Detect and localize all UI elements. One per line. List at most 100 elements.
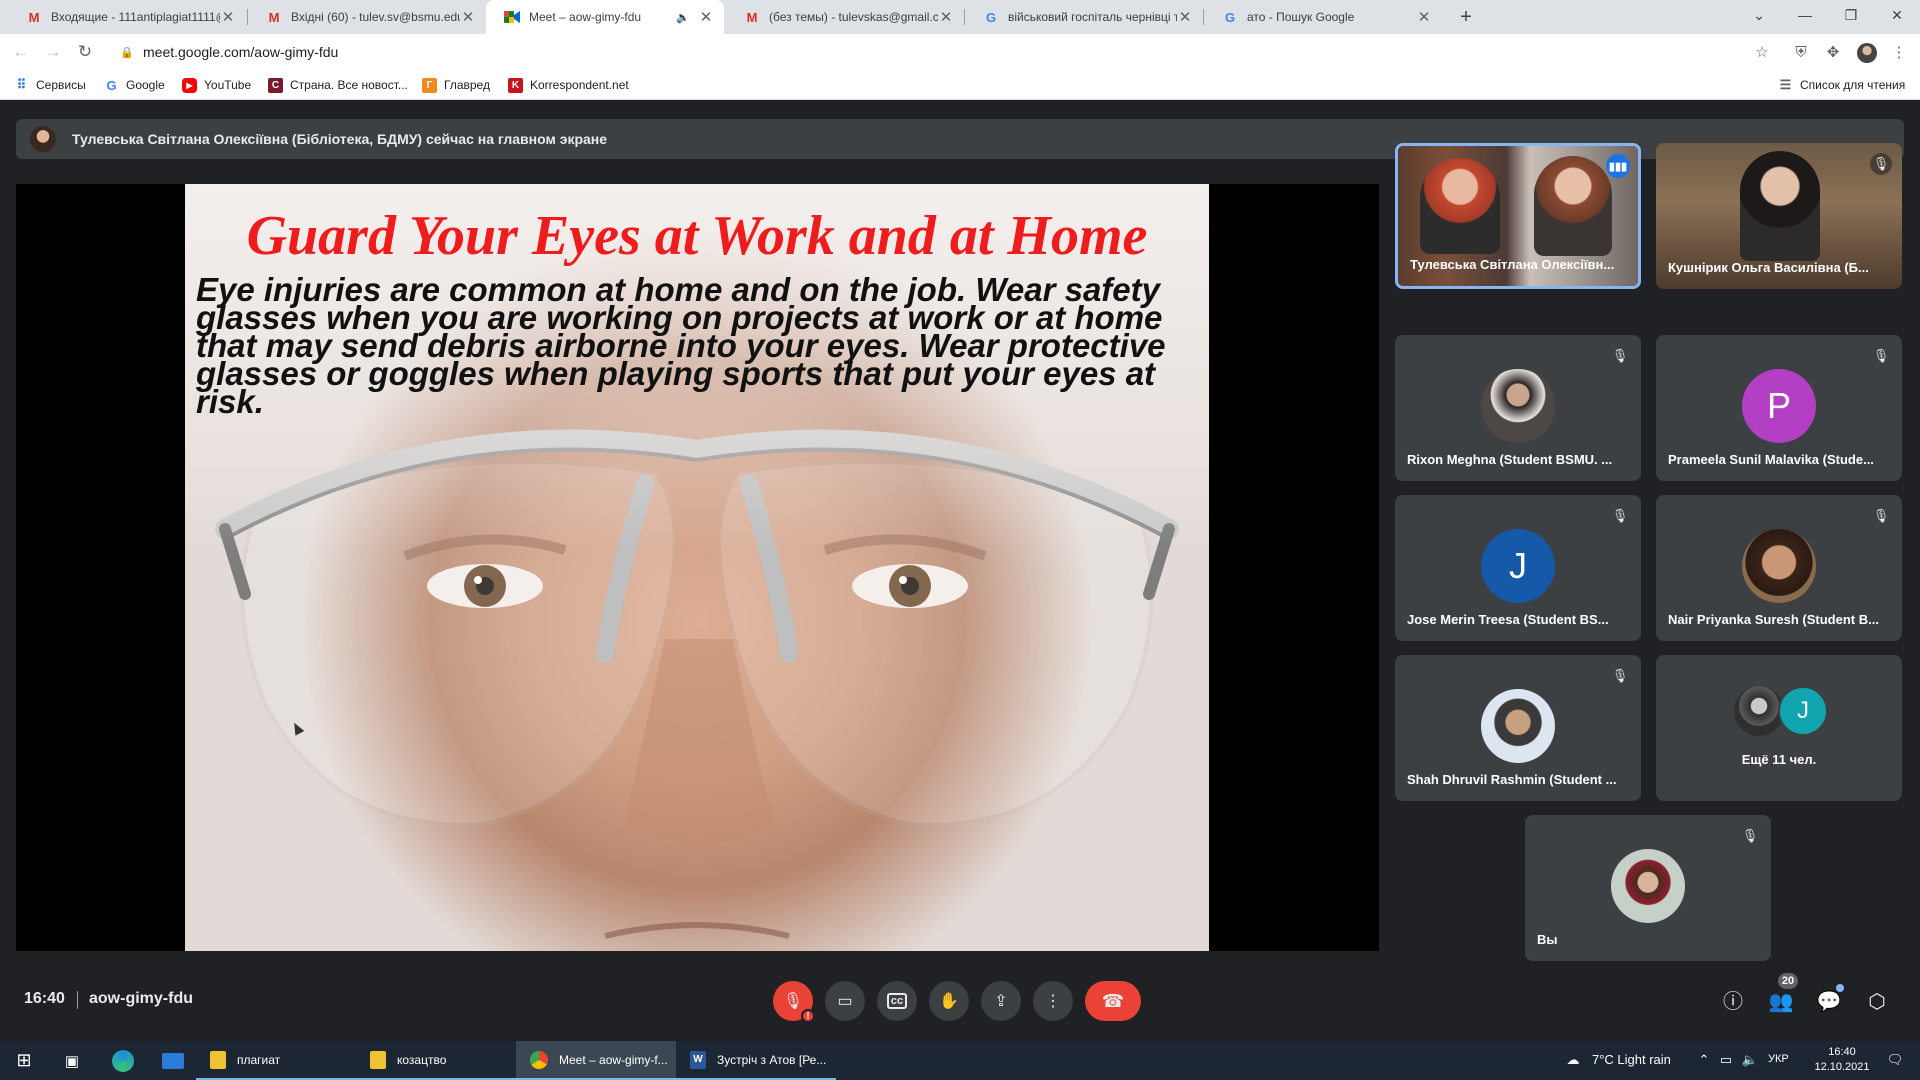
camera-toggle-button[interactable]: ▭ (825, 981, 865, 1021)
taskbar-folder-kozatstvo[interactable]: козацтво (356, 1041, 516, 1080)
bookmark-apps[interactable]: ⠿ Сервисы (14, 76, 86, 94)
participant-avatar (1742, 529, 1816, 603)
mail-icon[interactable] (160, 1041, 186, 1080)
volume-icon[interactable]: 🔈 (1739, 1049, 1761, 1071)
close-tab-icon[interactable]: ✕ (1177, 8, 1193, 26)
taskbar-chrome-meet[interactable]: Meet – aow-gimy-f... (516, 1041, 676, 1080)
present-screen-button[interactable]: ⇪ (981, 981, 1021, 1021)
participant-tile-nair[interactable]: 🎙 Nair Priyanka Suresh (Student B... (1656, 495, 1902, 641)
edge-icon[interactable] (110, 1041, 136, 1080)
glavred-icon: Г (422, 77, 437, 93)
bookmark-google[interactable]: G Google (104, 76, 164, 94)
divider (77, 991, 78, 1009)
chrome-icon (530, 1050, 548, 1069)
presenter-avatar (30, 126, 56, 152)
menu-kebab-icon[interactable]: ⋮ (1888, 42, 1910, 64)
people-icon[interactable]: 👥 (1767, 988, 1795, 1016)
meeting-clock: 16:40 (24, 990, 65, 1007)
mic-off-icon: 🎙 (1872, 508, 1890, 523)
close-tab-icon[interactable]: ✕ (220, 8, 236, 26)
reading-list[interactable]: ☰ Список для чтения (1778, 76, 1906, 94)
bookmark-strana[interactable]: C Страна. Все новост... (268, 76, 408, 94)
windows-start-icon[interactable]: ⊞ (12, 1041, 36, 1080)
close-tab-icon[interactable]: ✕ (1416, 8, 1432, 26)
more-options-button[interactable]: ⋮ (1033, 981, 1073, 1021)
speaker-icon[interactable]: 🔈 (676, 11, 690, 24)
participant-tile-presenter[interactable]: ▮▮▮ Тулевська Світлана Олексіївн... (1395, 143, 1641, 289)
system-clock[interactable]: 16:40 12.10.2021 (1808, 1045, 1876, 1075)
microphone-toggle-button[interactable]: 🎙 ! (773, 981, 815, 1023)
forward-icon[interactable]: → (40, 39, 66, 65)
tab-gmail-bsmu[interactable]: M Вхідні (60) - tulev.sv@bsmu.edu.ua ✕ (248, 0, 486, 34)
participant-avatar-j: J (1778, 686, 1828, 736)
address-bar[interactable]: 🔒 meet.google.com/aow-gimy-fdu (108, 38, 1788, 66)
close-tab-icon[interactable]: ✕ (460, 8, 476, 26)
close-tab-icon[interactable]: ✕ (698, 8, 714, 26)
more-participants-label: Ещё 11 чел. (1741, 752, 1817, 767)
task-view-icon[interactable]: ▣ (60, 1041, 84, 1080)
meeting-info-icon[interactable]: ⓘ (1719, 988, 1747, 1016)
meeting-code[interactable]: aow-gimy-fdu (89, 990, 193, 1008)
more-participants-tile[interactable]: J Ещё 11 чел. (1656, 655, 1902, 801)
shield-extension-icon[interactable]: ⛨ (1790, 42, 1812, 64)
taskbar-word-document[interactable]: W Зустріч з Атов [Ре... (676, 1041, 836, 1080)
tab-search-icon[interactable]: ⌄ (1736, 0, 1782, 30)
tab-google-hospital[interactable]: G військовий госпіталь чернівці те ✕ (965, 0, 1203, 34)
tab-meet[interactable]: Meet – aow-gimy-fdu 🔈 ✕ (486, 0, 724, 34)
chat-icon[interactable]: 💬 (1815, 988, 1843, 1016)
participant-tile-jose[interactable]: J 🎙 Jose Merin Treesa (Student BS... (1395, 495, 1641, 641)
main-stage[interactable]: Guard Your Eyes at Work and at Home Eye … (16, 184, 1379, 951)
leave-call-button[interactable]: ☎ (1085, 981, 1141, 1021)
hand-icon: ✋ (939, 993, 959, 1010)
clock-date: 12.10.2021 (1814, 1061, 1870, 1073)
participant-tile-self[interactable]: 🎙 Вы (1525, 815, 1771, 961)
profile-avatar[interactable] (1856, 42, 1878, 64)
apps-grid-icon: ⠿ (16, 77, 27, 92)
minimize-button[interactable]: — (1782, 0, 1828, 30)
captions-button[interactable]: cc (877, 981, 917, 1021)
participant-avatar: J (1481, 529, 1555, 603)
close-window-button[interactable]: ✕ (1874, 0, 1920, 30)
folder-icon (370, 1050, 386, 1069)
new-tab-button[interactable]: + (1454, 4, 1478, 30)
participant-tile-prameela[interactable]: P 🎙 Prameela Sunil Malavika (Stude... (1656, 335, 1902, 481)
lock-icon[interactable]: 🔒 (120, 46, 134, 59)
activities-icon[interactable]: ⬡ (1863, 988, 1891, 1016)
network-icon[interactable]: ▭ (1715, 1049, 1737, 1071)
weather-widget[interactable]: 7°C Light rain (1592, 1052, 1671, 1067)
participant-tile-rixon[interactable]: 🎙 Rixon Meghna (Student BSMU. ... (1395, 335, 1641, 481)
restore-button[interactable]: ❐ (1828, 0, 1874, 30)
participant-avatar (1481, 369, 1555, 443)
participant-tile-shah[interactable]: 🎙 Shah Dhruvil Rashmin (Student ... (1395, 655, 1641, 801)
hang-up-icon: ☎ (1101, 990, 1125, 1011)
taskbar-folder-plagiat[interactable]: плагиат (196, 1041, 372, 1080)
reload-icon[interactable]: ↻ (72, 39, 98, 65)
extensions-puzzle-icon[interactable]: ✥ (1822, 42, 1844, 64)
tray-chevron-icon[interactable]: ⌃ (1693, 1049, 1715, 1071)
bookmark-star-icon[interactable]: ☆ (1751, 42, 1773, 64)
back-icon[interactable]: ← (8, 39, 34, 65)
speaking-indicator-icon: ▮▮▮ (1606, 154, 1630, 178)
bookmark-korrespondent[interactable]: K Korrespondent.net (508, 76, 629, 94)
meet-app: Тулевська Світлана Олексіївна (Бібліотек… (0, 101, 1920, 1041)
weather-cloud-icon[interactable]: ☁ (1562, 1049, 1584, 1071)
bookmark-youtube[interactable]: ▶ YouTube (182, 76, 251, 94)
tab-gmail-tulevskas[interactable]: M (без темы) - tulevskas@gmail.com ✕ (726, 0, 964, 34)
presentation-slide: Guard Your Eyes at Work and at Home Eye … (185, 184, 1209, 951)
gmail-icon: M (268, 9, 280, 25)
close-tab-icon[interactable]: ✕ (938, 8, 954, 26)
slide-body-text: Eye injuries are common at home and on t… (196, 271, 1166, 420)
participant-tile-kushnirik[interactable]: 🎙 Кушнірик Ольга Василівна (Б... (1656, 143, 1902, 289)
raise-hand-button[interactable]: ✋ (929, 981, 969, 1021)
bookmark-glavred[interactable]: Г Главред (422, 76, 490, 94)
korrespondent-icon: K (508, 77, 523, 93)
tab-gmail-inbox[interactable]: M Входящие - 111antiplagiat1111@gmail.co… (8, 0, 246, 34)
participant-avatar-small (1734, 686, 1784, 736)
clock-time: 16:40 (1828, 1046, 1856, 1058)
notifications-icon[interactable]: 🗨 (1884, 1049, 1906, 1071)
keyboard-language[interactable]: УКР (1768, 1053, 1789, 1065)
folder-icon (210, 1050, 226, 1069)
tab-google-ato[interactable]: G ато - Пошук Google ✕ (1204, 0, 1442, 34)
present-icon: ⇪ (994, 993, 1008, 1010)
alert-icon: ! (801, 1009, 815, 1023)
